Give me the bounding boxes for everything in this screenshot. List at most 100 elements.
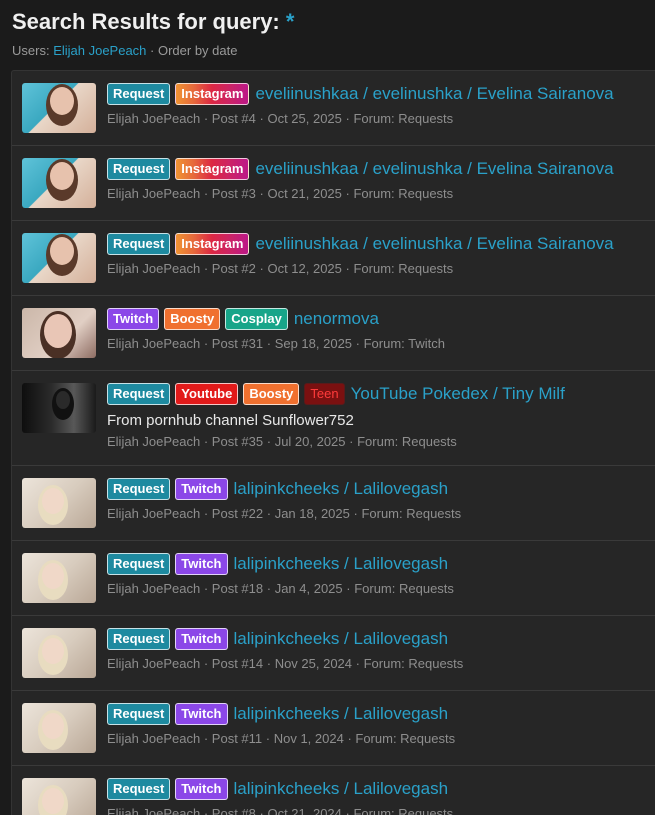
prefix-tag-boosty[interactable]: Boosty	[164, 308, 221, 330]
result-thumbnail[interactable]	[22, 308, 96, 358]
prefix-tag-request[interactable]: Request	[107, 778, 171, 800]
prefix-tag-teen[interactable]: Teen	[304, 383, 345, 405]
result-thumbnail[interactable]	[22, 158, 96, 208]
result-title-line: Request Twitch lalipinkcheeks / Lalilovega…	[107, 702, 648, 726]
result-thumbnail[interactable]	[22, 628, 96, 678]
result-thumbnail[interactable]	[22, 553, 96, 603]
result-content: Request Twitch lalipinkcheeks / Lalilovega…	[107, 552, 648, 596]
result-forum-link[interactable]: Forum: Twitch	[364, 336, 445, 351]
result-forum-link[interactable]: Forum: Requests	[353, 186, 453, 201]
result-row[interactable]: Request Instagram eveliinushkaa / evelinus…	[12, 71, 655, 146]
prefix-tag-request[interactable]: Request	[107, 703, 171, 725]
prefix-tag-twitch[interactable]: Twitch	[175, 628, 228, 650]
result-content: Request Twitch lalipinkcheeks / Lalilovega…	[107, 702, 648, 746]
result-title-link[interactable]: nenormova	[294, 309, 379, 329]
page-header: Search Results for query: * Users: Elija…	[0, 0, 655, 58]
prefix-tag-request[interactable]: Request	[107, 553, 171, 575]
meta-separator: ·	[263, 506, 275, 521]
meta-separator: ·	[255, 261, 268, 276]
result-row[interactable]: Request Instagram eveliinushkaa / evelinus…	[12, 146, 655, 221]
result-author-link[interactable]: Elijah JoePeach	[107, 434, 200, 449]
result-author-link[interactable]: Elijah JoePeach	[107, 336, 200, 351]
meta-separator: ·	[262, 731, 274, 746]
prefix-tag-youtube[interactable]: Youtube	[175, 383, 239, 405]
meta-separator: ·	[200, 336, 212, 351]
prefix-tag-request[interactable]: Request	[107, 233, 171, 255]
result-forum-link[interactable]: Forum: Requests	[353, 261, 453, 276]
result-forum-link[interactable]: Forum: Requests	[361, 506, 461, 521]
prefix-tag-request[interactable]: Request	[107, 83, 171, 105]
meta-separator: ·	[352, 656, 364, 671]
query-text[interactable]: *	[286, 9, 295, 34]
result-meta: Elijah JoePeach · Post #2 · Oct 12, 2025…	[107, 261, 648, 276]
result-author-link[interactable]: Elijah JoePeach	[107, 506, 200, 521]
result-thumbnail[interactable]	[22, 778, 96, 815]
result-post-link[interactable]: Post #22	[212, 506, 263, 521]
prefix-tag-instagram[interactable]: Instagram	[175, 233, 250, 255]
result-title-link[interactable]: eveliinushkaa / evelinushka / Evelina Sa…	[255, 159, 613, 179]
meta-separator: ·	[343, 731, 356, 746]
result-title-link[interactable]: lalipinkcheeks / Lalilovegash	[234, 629, 449, 649]
result-author-link[interactable]: Elijah JoePeach	[107, 581, 200, 596]
result-forum-link[interactable]: Forum: Requests	[354, 581, 454, 596]
result-post-link[interactable]: Post #18	[212, 581, 263, 596]
result-forum-link[interactable]: Forum: Requests	[357, 434, 457, 449]
result-post-link[interactable]: Post #2	[212, 261, 256, 276]
result-title-link[interactable]: lalipinkcheeks / Lalilovegash	[234, 704, 449, 724]
prefix-tag-request[interactable]: Request	[107, 383, 171, 405]
result-thumbnail[interactable]	[22, 478, 96, 528]
result-post-link[interactable]: Post #35	[212, 434, 263, 449]
meta-separator: ·	[200, 434, 212, 449]
result-post-link[interactable]: Post #11	[212, 731, 262, 746]
meta-separator: ·	[200, 186, 212, 201]
prefix-tag-twitch[interactable]: Twitch	[175, 478, 228, 500]
result-row[interactable]: Request Twitch lalipinkcheeks / Lalilovega…	[12, 766, 655, 815]
prefix-tag-cosplay[interactable]: Cosplay	[225, 308, 288, 330]
thumbnail-face	[50, 237, 74, 265]
prefix-tag-request[interactable]: Request	[107, 158, 171, 180]
prefix-tag-twitch[interactable]: Twitch	[175, 778, 228, 800]
result-author-link[interactable]: Elijah JoePeach	[107, 731, 200, 746]
result-post-link[interactable]: Post #4	[212, 111, 256, 126]
result-row[interactable]: Request Twitch lalipinkcheeks / Lalilovega…	[12, 616, 655, 691]
result-content: Twitch Boosty Cosplay nenormova Elijah JoePe…	[107, 307, 648, 351]
prefix-tag-twitch[interactable]: Twitch	[107, 308, 160, 330]
result-row[interactable]: Request Instagram eveliinushkaa / evelinus…	[12, 221, 655, 296]
result-author-link[interactable]: Elijah JoePeach	[107, 261, 200, 276]
prefix-tag-request[interactable]: Request	[107, 478, 171, 500]
result-title-link[interactable]: eveliinushkaa / evelinushka / Evelina Sa…	[255, 234, 613, 254]
result-forum-link[interactable]: Forum: Requests	[355, 731, 455, 746]
prefix-tag-instagram[interactable]: Instagram	[175, 83, 250, 105]
result-post-link[interactable]: Post #14	[212, 656, 263, 671]
result-title-link[interactable]: lalipinkcheeks / Lalilovegash	[234, 479, 449, 499]
result-author-link[interactable]: Elijah JoePeach	[107, 111, 200, 126]
result-author-link[interactable]: Elijah JoePeach	[107, 186, 200, 201]
prefix-tag-boosty[interactable]: Boosty	[243, 383, 300, 405]
result-title-link[interactable]: eveliinushkaa / evelinushka / Evelina Sa…	[255, 84, 613, 104]
result-thumbnail[interactable]	[22, 83, 96, 133]
result-row[interactable]: Request Twitch lalipinkcheeks / Lalilovega…	[12, 541, 655, 616]
prefix-tag-twitch[interactable]: Twitch	[175, 553, 228, 575]
result-title-link[interactable]: lalipinkcheeks / Lalilovegash	[234, 554, 449, 574]
result-row[interactable]: Request Twitch lalipinkcheeks / Lalilovega…	[12, 466, 655, 541]
result-title-link[interactable]: YouTube Pokedex / Tiny Milf	[351, 384, 565, 404]
result-row[interactable]: Request Twitch lalipinkcheeks / Lalilovega…	[12, 691, 655, 766]
result-thumbnail[interactable]	[22, 703, 96, 753]
result-post-link[interactable]: Post #3	[212, 186, 256, 201]
result-row[interactable]: Twitch Boosty Cosplay nenormova Elijah JoePe…	[12, 296, 655, 371]
user-link[interactable]: Elijah JoePeach	[53, 43, 146, 58]
result-title-link[interactable]: lalipinkcheeks / Lalilovegash	[234, 779, 449, 799]
prefix-tag-request[interactable]: Request	[107, 628, 171, 650]
prefix-tag-instagram[interactable]: Instagram	[175, 158, 250, 180]
result-date: Jan 18, 2025	[274, 506, 350, 521]
result-content: Request Twitch lalipinkcheeks / Lalilovega…	[107, 477, 648, 521]
result-row[interactable]: Request Youtube Boosty Teen YouTube Pokedex …	[12, 371, 655, 466]
result-post-link[interactable]: Post #31	[212, 336, 263, 351]
result-thumbnail[interactable]	[22, 383, 96, 433]
prefix-tag-twitch[interactable]: Twitch	[175, 703, 228, 725]
result-forum-link[interactable]: Forum: Requests	[364, 656, 464, 671]
result-author-link[interactable]: Elijah JoePeach	[107, 656, 200, 671]
result-title-line: Request Instagram eveliinushkaa / evelinus…	[107, 82, 648, 106]
result-forum-link[interactable]: Forum: Requests	[353, 111, 453, 126]
result-thumbnail[interactable]	[22, 233, 96, 283]
